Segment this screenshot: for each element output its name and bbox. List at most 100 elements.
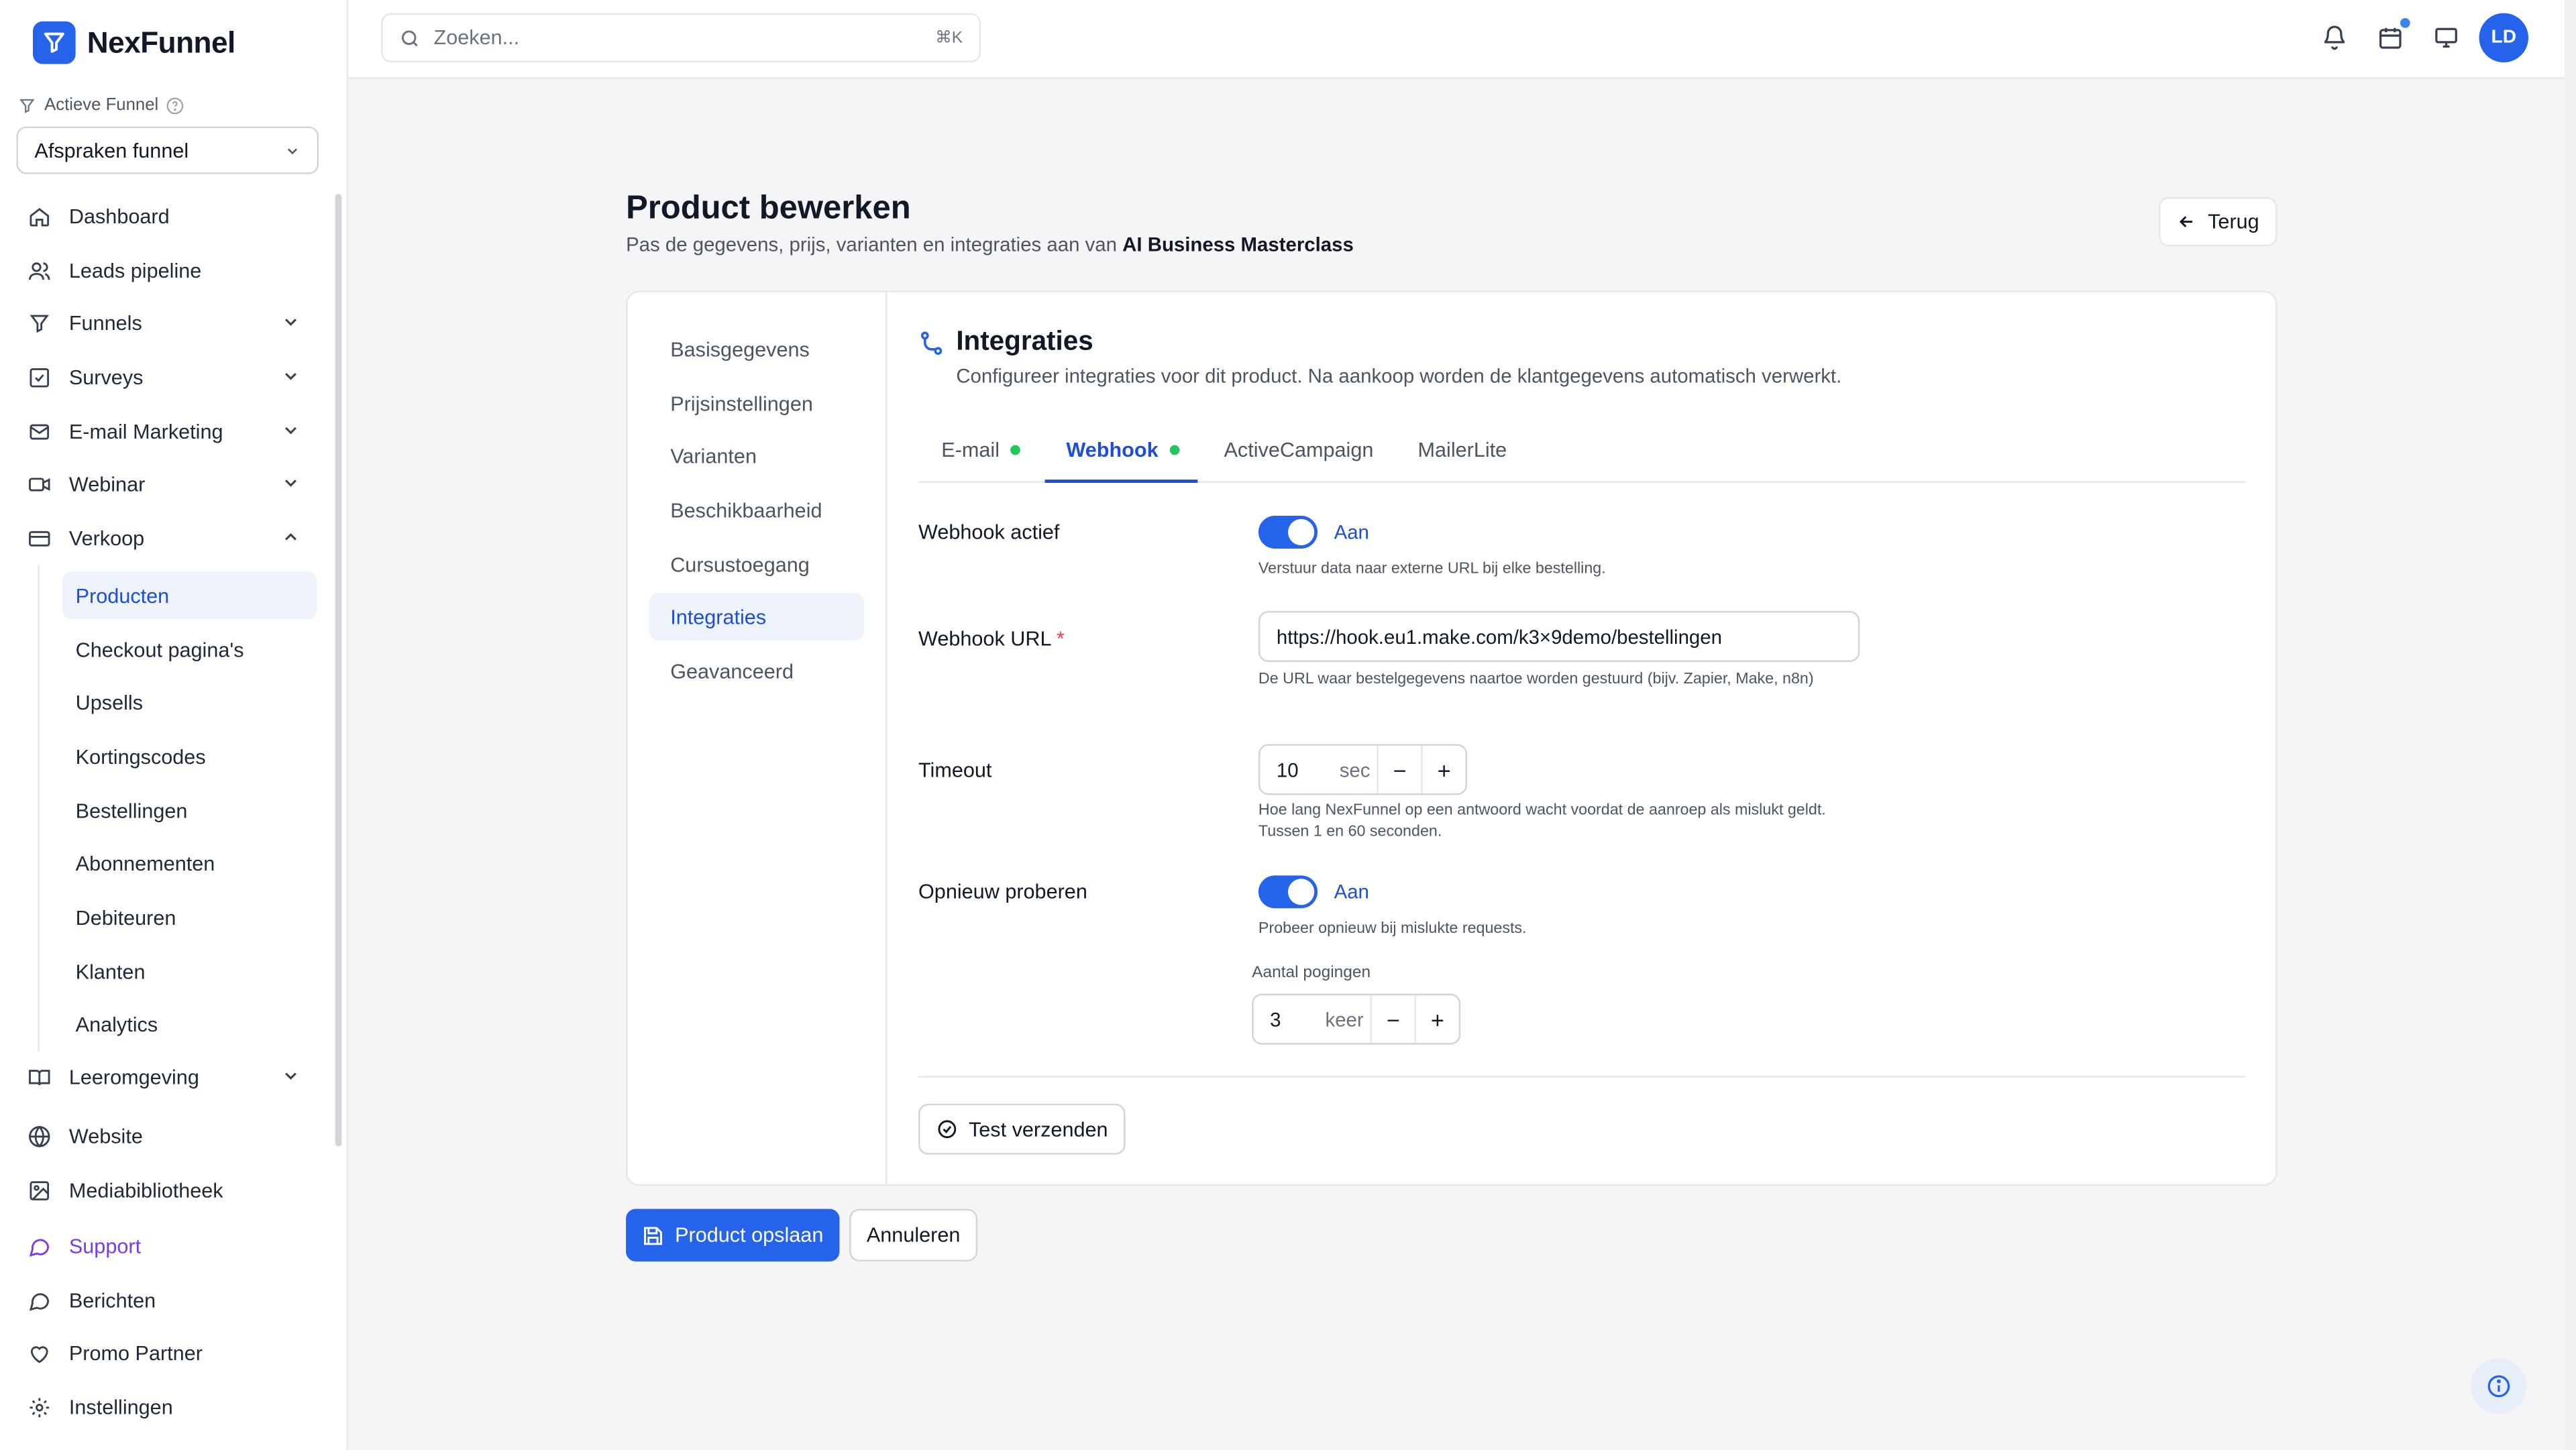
save-product-button[interactable]: Product opslaan [626,1209,840,1262]
active-funnel-label: Actieve Funnel [18,95,184,115]
nav-leeromgeving[interactable]: Leeromgeving [28,1053,311,1102]
product-edit-card: Basisgegevens Prijsinstellingen Variante… [626,290,2277,1186]
save-icon [643,1226,662,1245]
monitor-icon[interactable] [2433,25,2459,51]
info-button[interactable] [2471,1358,2527,1414]
logo[interactable]: NexFunnel [32,21,235,64]
attempts-decrement-button[interactable]: − [1370,995,1414,1044]
sidebar-item-debiteuren[interactable]: Debiteuren [62,893,317,941]
nav-promo-partner[interactable]: Promo Partner [28,1329,311,1378]
page-title: Product bewerken [626,190,911,227]
chevron-down-icon [285,373,297,380]
form-divider [918,1076,2246,1078]
nav-verkoop[interactable]: Verkoop [28,514,311,563]
sidebar-item-bestellingen[interactable]: Bestellingen [62,787,317,834]
section-nav-integraties[interactable]: Integraties [649,593,865,641]
gear-icon [30,1398,50,1418]
home-icon [30,208,50,227]
attempts-unit: keer [1325,1007,1364,1031]
sidebar-item-kortingscodes[interactable]: Kortingscodes [62,732,317,780]
timeout-decrement-button[interactable]: − [1377,745,1421,793]
test-send-button[interactable]: Test verzenden [918,1103,1126,1155]
tab-email[interactable]: E-mail [941,439,1040,483]
timeout-increment-button[interactable]: + [1421,745,1465,793]
sidebar-item-klanten[interactable]: Klanten [62,948,317,995]
retry-label: Opnieuw proberen [918,880,1087,903]
status-dot [1011,445,1021,455]
nav-email-marketing[interactable]: E-mail Marketing [28,407,311,456]
webhook-url-input[interactable]: https://hook.eu1.make.com/k3×9demo/beste… [1258,611,1860,662]
section-nav-prijsinstellingen[interactable]: Prijsinstellingen [649,380,864,427]
bell-icon[interactable] [2321,25,2347,51]
search-icon [401,30,418,46]
tab-mailerlite[interactable]: MailerLite [1417,439,1507,483]
heart-icon [30,1346,48,1363]
section-nav-cursustoegang[interactable]: Cursustoegang [649,541,864,588]
calendar-notification-dot [2400,17,2410,28]
nav-support[interactable]: Support [28,1222,311,1271]
users-icon [29,262,50,280]
help-circle-icon [167,97,184,114]
nav-berichten[interactable]: Berichten [28,1276,311,1325]
funnel-icon [19,98,35,113]
sidebar-item-checkout-paginas[interactable]: Checkout pagina's [62,626,317,673]
nav-webinar[interactable]: Webinar [28,460,311,509]
sidebar-item-abonnementen[interactable]: Abonnementen [62,839,317,887]
retry-help: Probeer opnieuw bij mislukte requests. [1258,919,1527,938]
timeout-help: Hoe lang NexFunnel op een antwoord wacht… [1258,801,1826,841]
timeout-stepper[interactable]: 10 sec − + [1258,744,1467,795]
nav-funnels[interactable]: Funnels [28,299,311,348]
avatar[interactable]: LD [2479,13,2529,63]
image-icon [30,1181,50,1201]
calendar-icon[interactable] [2377,25,2404,51]
nav-mediabibliotheek[interactable]: Mediabibliotheek [28,1166,311,1215]
page-scrollbar[interactable] [2564,0,2576,1450]
attempts-stepper[interactable]: 3 keer − + [1252,993,1461,1045]
section-nav-varianten[interactable]: Varianten [649,432,864,480]
nav-dashboard[interactable]: Dashboard [28,192,311,241]
chevron-down-icon [285,319,297,326]
attempts-increment-button[interactable]: + [1414,995,1459,1044]
nav-leads-pipeline[interactable]: Leads pipeline [28,246,311,295]
info-icon [2487,1375,2510,1398]
card-divider [885,292,888,1184]
timeout-label: Timeout [918,759,992,782]
sidebar-item-upsells[interactable]: Upsells [62,678,317,726]
nav-website[interactable]: Website [28,1112,311,1161]
funnel-select[interactable]: Afspraken funnel [16,126,319,174]
chevron-down-icon [285,480,297,487]
webhook-active-help: Verstuur data naar externe URL bij elke … [1258,560,1606,579]
attempts-value[interactable]: 3 [1254,1007,1309,1030]
webhook-active-toggle[interactable] [1258,515,1318,549]
nav-instellingen[interactable]: Instellingen [28,1383,311,1432]
section-nav-geavanceerd[interactable]: Geavanceerd [649,647,864,695]
tab-activecampaign[interactable]: ActiveCampaign [1224,439,1374,483]
sidebar-scrollbar[interactable] [335,193,342,1147]
chevron-up-icon [285,533,297,541]
book-icon [29,1070,50,1086]
submenu-guide-line [38,565,40,1052]
search-input[interactable]: Zoeken... ⌘K [381,13,981,63]
sidebar-item-analytics[interactable]: Analytics [62,1000,317,1048]
tab-webhook[interactable]: Webhook [1044,439,1198,484]
funnel-logo-icon [32,21,76,64]
sidebar-item-producten[interactable]: Producten [62,571,317,620]
search-shortcut: ⌘K [935,28,963,47]
section-nav-basisgegevens[interactable]: Basisgegevens [649,325,864,373]
webhook-active-label: Webhook actief [918,520,1060,544]
nav-surveys[interactable]: Surveys [28,353,311,402]
funnel-icon [30,315,50,333]
back-button[interactable]: Terug [2158,197,2277,247]
required-asterisk: * [1056,627,1065,651]
video-icon [29,478,50,492]
git-branch-icon [920,331,943,355]
sidebar: NexFunnel Actieve Funnel Afspraken funne… [0,0,349,1450]
page-subtitle: Pas de gegevens, prijs, varianten en int… [626,233,1354,257]
timeout-value[interactable]: 10 [1260,758,1316,781]
webhook-url-help: De URL waar bestelgegevens naartoe worde… [1258,670,1814,689]
cancel-button[interactable]: Annuleren [849,1209,978,1262]
topbar: Zoeken... ⌘K LD [348,0,2576,79]
retry-toggle[interactable] [1258,875,1318,909]
status-dot [1169,445,1180,455]
section-nav-beschikbaarheid[interactable]: Beschikbaarheid [649,486,864,534]
